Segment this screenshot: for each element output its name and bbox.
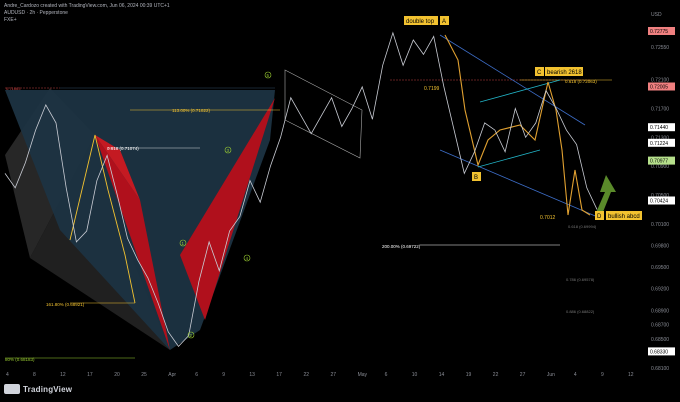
x-tick-label: 25 [141,372,147,378]
y-tick-label: 0.70100 [651,222,669,228]
label-point-b: B [474,175,478,181]
fib-886: 0.886 (0.68822) [566,309,595,314]
fib-618-top: 0.618 (0.72063) [565,79,597,84]
y-tick-label: 0.69800 [651,244,669,250]
price-badge-label: 0.70977 [650,159,668,165]
bullish-arrow [595,175,616,217]
x-tick-label: 14 [439,372,445,378]
channel-lines [284,34,601,219]
x-tick-label: 10 [412,372,418,378]
fib-bottom-left: 80% (0.68183) [5,357,35,362]
x-tick-label: 6 [385,372,388,378]
x-tick-label: May [358,372,368,378]
fib-200: 200.00% (0.69722) [382,244,421,249]
tradingview-logo[interactable]: TradingView [4,384,72,394]
label-point-d: D [597,214,602,220]
fib-786: 0.786 (0.69578) [566,277,595,282]
label-double-top: double top [406,19,435,25]
val-7199: 0.7199 [424,86,440,92]
x-tick-label: 19 [466,372,472,378]
x-tick-label: Apr [168,372,176,378]
y-tick-label: 0.72550 [651,45,669,51]
label-point-c: C [537,70,542,76]
x-tick-label: 12 [60,372,66,378]
x-tick-label: 12 [628,372,634,378]
x-tick-label: 13 [249,372,255,378]
x-tick-label: 17 [87,372,93,378]
abcd-path [444,34,591,216]
tradingview-mark-icon [4,384,20,394]
wave-4: 4 [246,256,249,261]
label-point-a: A [442,19,446,25]
fib-618-low: 0.618 (0.69994) [568,224,597,229]
currency-label: USD [651,12,662,18]
fib-left-top: 0.71663 [6,86,21,91]
val-7012: 0.7012 [540,215,556,221]
time-axis: 4 8 12 17 20 25 Apr 6 9 13 17 22 27 May 6 10 14 19 22 27 Jun… [6,372,634,378]
y-tick-label: 0.68500 [651,337,669,343]
price-badge-label: 0.72775 [650,29,668,35]
fib-618-left: 0.618 (0.71074) [107,146,139,151]
label-bullish: bullish abcd [608,214,640,220]
chart-window: Andre_Cardozo created with TradingView.c… [0,0,680,402]
label-bearish: bearish 2618 [547,70,582,76]
price-badge-label: 0.71440 [650,125,668,131]
x-tick-label: 27 [520,372,526,378]
price-badge-label: 0.70424 [650,199,668,205]
y-tick-label: 0.71700 [651,107,669,113]
x-tick-label: 17 [276,372,282,378]
price-chart[interactable]: 0.727750.725500.721000.717000.713000.709… [0,0,680,402]
x-tick-label: 22 [304,372,310,378]
x-tick-label: 8 [33,372,36,378]
x-tick-label: 6 [195,372,198,378]
y-tick-label: 0.68700 [651,323,669,329]
price-badges: 0.72775 0.72005 0.71440 0.71224 0.70977 0.704… [648,27,675,356]
fib-113: 113.00% (0.71822) [172,108,210,113]
price-badge-label: 0.71224 [650,141,668,147]
x-tick-label: 9 [601,372,604,378]
y-tick-label: 0.69200 [651,287,669,293]
x-tick-label: 9 [222,372,225,378]
wave-5: 5 [267,73,270,78]
price-badge-label: 0.72005 [650,85,668,91]
y-tick-label: 0.69500 [651,265,669,271]
price-badge-label: 0.68330 [650,349,668,355]
x-tick-label: 4 [574,372,577,378]
harmonic-pattern [5,88,275,350]
fib-1618: 161.80% (0.68921) [46,302,85,307]
x-tick-label: Jun [547,372,555,378]
y-tick-label: 0.70900 [651,164,669,170]
x-tick-label: 4 [6,372,9,378]
y-tick-label: 0.68900 [651,308,669,314]
tradingview-wordmark: TradingView [23,384,73,394]
x-tick-label: 22 [493,372,499,378]
y-tick-label: 0.68100 [651,366,669,372]
x-tick-label: 20 [114,372,120,378]
x-tick-label: 27 [331,372,337,378]
